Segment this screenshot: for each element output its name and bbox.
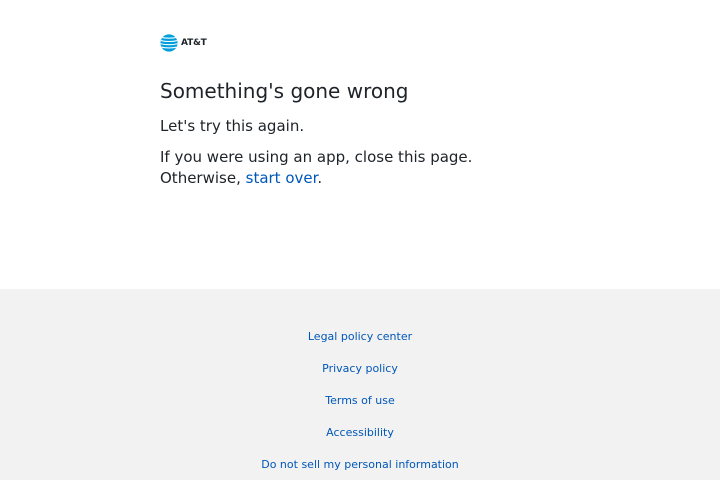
- terms-of-use-link[interactable]: Terms of use: [0, 394, 720, 408]
- instruction-suffix: .: [317, 169, 323, 187]
- instruction-prefix: Otherwise,: [160, 169, 241, 187]
- page-title: Something's gone wrong: [160, 79, 409, 103]
- footer: Legal policy center Privacy policy Terms…: [0, 289, 720, 480]
- att-logo[interactable]: AT&T: [160, 34, 207, 52]
- main-content: AT&T Something's gone wrong Let's try th…: [0, 0, 720, 289]
- accessibility-link[interactable]: Accessibility: [0, 426, 720, 440]
- do-not-sell-link[interactable]: Do not sell my personal information: [0, 458, 720, 472]
- instruction-line-1: If you were using an app, close this pag…: [160, 148, 473, 166]
- retry-message: Let's try this again.: [160, 117, 305, 135]
- logo-text: AT&T: [181, 38, 207, 48]
- start-over-link[interactable]: start over: [246, 169, 318, 187]
- privacy-policy-link[interactable]: Privacy policy: [0, 362, 720, 376]
- instructions: If you were using an app, close this pag…: [160, 147, 472, 189]
- att-globe-icon: [160, 34, 178, 52]
- legal-policy-center-link[interactable]: Legal policy center: [0, 330, 720, 344]
